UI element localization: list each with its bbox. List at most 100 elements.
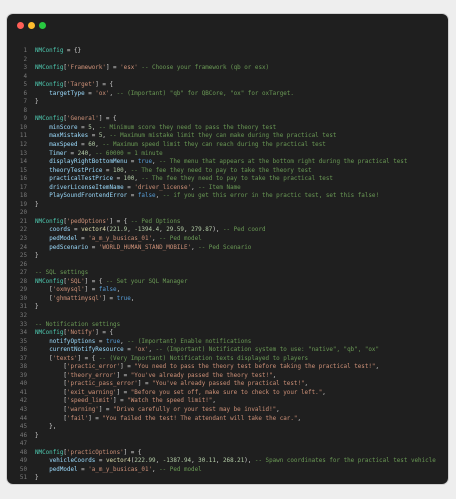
code-token: -- Maximum mistake limit they can make d… (109, 133, 337, 140)
code-text: NMConfig['SQL'] = { -- Set your SQL Mana… (35, 278, 188, 287)
code-line: 23 pedModel = 'a_m_y_busicas_01', -- Ped… (7, 235, 448, 244)
code-token: -1387.94 (162, 458, 192, 465)
code-token: minScore (49, 124, 78, 131)
window-controls (17, 22, 46, 29)
line-number: 4 (23, 73, 27, 80)
code-token: 100 (113, 167, 124, 174)
code-token: 240 (77, 150, 89, 157)
code-token: NMConfig (35, 330, 64, 337)
code-token: 'ox' (95, 90, 110, 97)
code-token: -- Ped coord (222, 227, 266, 234)
code-token: , (375, 364, 380, 371)
code-token: 279.87 (191, 227, 213, 234)
code-token: "You've already passed the theory test!" (130, 372, 273, 379)
line-number: 28 (19, 278, 27, 285)
code-token: = (70, 227, 82, 234)
code-token: maxMistakes (49, 133, 89, 140)
code-token: NMConfig (35, 278, 64, 285)
code-text: ['fail'] = "You failed the test! The att… (35, 415, 301, 424)
line-number: 40 (19, 381, 27, 388)
code-line: 4 (7, 73, 448, 82)
code-line: 46} (7, 432, 448, 441)
maximize-dot-icon[interactable] (39, 22, 46, 29)
line-number: 19 (19, 201, 27, 208)
code-token: , (148, 347, 156, 354)
line-number: 50 (19, 466, 27, 473)
line-number: 12 (19, 142, 27, 149)
code-text: displayRightBottomMenu = true, -- The me… (35, 158, 407, 167)
code-token: 29.59 (166, 227, 184, 234)
code-token: , (215, 458, 223, 465)
code-token: -- Maximum speed limit they can reach du… (102, 142, 326, 149)
code-line: 7} (7, 98, 448, 107)
code-text: } (35, 303, 39, 312)
code-token: 'warning' (66, 406, 99, 413)
code-token: , (155, 458, 163, 465)
close-dot-icon[interactable] (17, 22, 24, 29)
code-token: [ (35, 381, 67, 388)
code-text: ['practic_error'] = "You need to pass th… (35, 363, 379, 372)
code-line: 49 vehicleCoords = vector4(222.99, -1387… (7, 457, 448, 466)
code-token: -- (Very Important) Notification texts d… (98, 355, 309, 362)
code-line: 16 practicalTestPrice = 100, -- The fee … (7, 175, 448, 184)
line-number: 48 (19, 449, 27, 456)
code-token: pedScenario (49, 244, 89, 251)
code-token: -- Item Name (198, 184, 241, 191)
code-token: , (130, 295, 135, 302)
code-line: 35 notifyOptions = true, -- (Important) … (7, 338, 448, 347)
code-token: = (77, 142, 89, 149)
code-token: NMConfig (35, 65, 64, 72)
code-token: = (88, 133, 99, 140)
code-token: , (123, 167, 131, 174)
line-number: 43 (19, 406, 27, 413)
line-number: 14 (19, 159, 27, 166)
code-token: 'esx' (120, 65, 138, 72)
code-line: 36 currentNotifyResource = 'ox', -- (Imp… (7, 346, 448, 355)
code-text: NMConfig['practicOptions'] = { (35, 449, 141, 458)
code-line: 39 ['theory_error'] = "You've already pa… (7, 372, 448, 381)
code-token: = (123, 347, 135, 354)
code-text: pedModel = 'a_m_y_busicas_01', -- Ped mo… (35, 235, 202, 244)
code-token: = {} (63, 48, 82, 54)
code-token: currentNotifyResource (49, 347, 124, 354)
line-number: 51 (19, 475, 27, 482)
line-number: 7 (23, 99, 27, 106)
code-token: = (77, 236, 89, 243)
line-number: 22 (19, 227, 27, 234)
code-text: Timer = 240, -- 60000 = 1 minute (35, 150, 163, 159)
code-token: ), (212, 227, 223, 234)
code-token: [ (35, 406, 67, 413)
code-token: theoryTestPrice (49, 167, 103, 174)
code-window: 1 NMConfig = {} 2 3 NMConfig['Framework'] = … (7, 14, 448, 484)
code-token: -- (Important) Enable notifications (127, 338, 252, 345)
code-token: } (35, 304, 39, 311)
code-token: -- 60000 = 1 minute (95, 150, 163, 157)
code-text: ['oxmysql'] = false, (35, 286, 120, 295)
code-token: , (109, 90, 117, 97)
minimize-dot-icon[interactable] (28, 22, 35, 29)
code-token: -- (Important) Notification system to us… (155, 347, 380, 354)
code-line: 3 NMConfig['Framework'] = 'esx' -- Choose… (7, 64, 448, 73)
code-text: } (35, 252, 39, 261)
code-line: 25} (7, 252, 448, 261)
code-token: 'SQL' (66, 278, 85, 285)
code-text: } (35, 98, 39, 107)
code-line: 26 (7, 261, 448, 270)
code-token: -- Ped Options (130, 218, 181, 225)
code-text: ['speed_limit'] = "Watch the speed limit… (35, 397, 216, 406)
code-line: 9 NMConfig['General'] = { (7, 115, 448, 124)
line-number: 45 (19, 424, 27, 431)
code-token: true (116, 295, 131, 302)
code-token: 'practicOptions' (66, 449, 124, 456)
code-text: NMConfig['pedOptions'] = { -- Ped Option… (35, 218, 180, 227)
code-token: "You've already passed the practical tes… (152, 381, 305, 388)
line-number: 13 (19, 150, 27, 157)
code-text: ['exit_warning'] = "Before you set off, … (35, 389, 325, 398)
line-number: 47 (19, 441, 27, 448)
line-number: 37 (19, 355, 27, 362)
